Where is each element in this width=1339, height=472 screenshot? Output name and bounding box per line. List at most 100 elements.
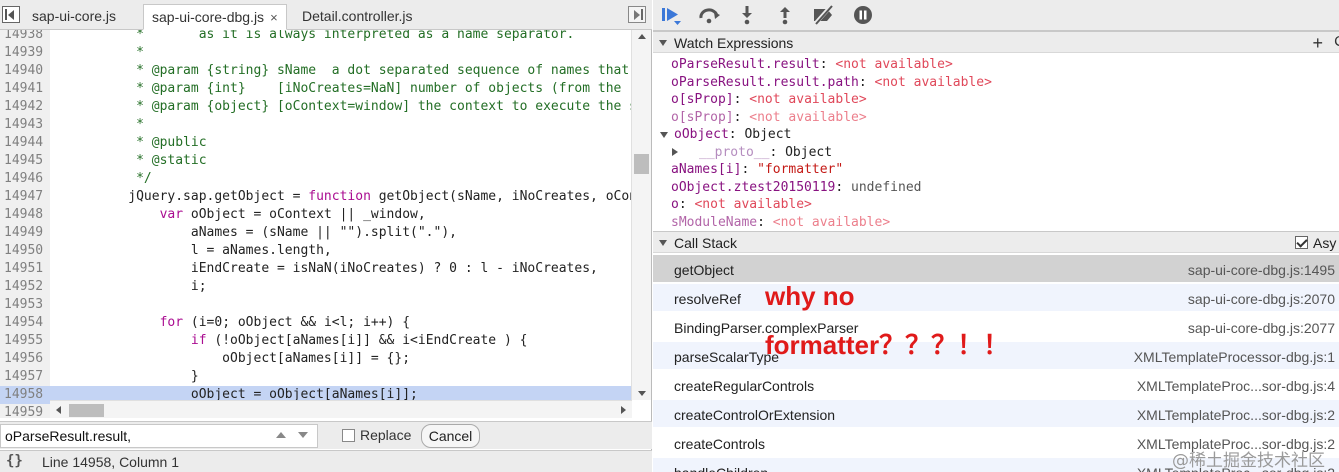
- line-number[interactable]: 14944: [0, 134, 50, 152]
- line-number[interactable]: 14945: [0, 152, 50, 170]
- code-line[interactable]: 14949 aNames = (sName || "").split("."),: [0, 224, 632, 242]
- scroll-down-icon[interactable]: [638, 391, 646, 396]
- tab-sap-ui-core[interactable]: sap-ui-core.js: [24, 4, 124, 30]
- deactivate-breakpoints-icon[interactable]: [811, 4, 835, 26]
- search-input[interactable]: [0, 424, 318, 448]
- line-number[interactable]: 14946: [0, 170, 50, 188]
- line-number[interactable]: 14955: [0, 332, 50, 350]
- watch-expression[interactable]: aNames[i]: "formatter": [671, 161, 843, 178]
- line-number[interactable]: 14957: [0, 368, 50, 386]
- code-line[interactable]: 14956 oObject[aNames[i]] = {};: [0, 350, 632, 368]
- line-number[interactable]: 14954: [0, 314, 50, 332]
- horizontal-scrollbar[interactable]: [50, 400, 632, 418]
- line-number[interactable]: 14949: [0, 224, 50, 242]
- code-editor[interactable]: 14938 * as it is always interpreted as a…: [0, 30, 652, 418]
- watch-expression[interactable]: o: <not available>: [671, 196, 812, 213]
- watch-expression[interactable]: oObject.ztest20150119: undefined: [671, 179, 921, 196]
- call-frame[interactable]: createRegularControls XMLTemplateProc...s…: [653, 371, 1339, 399]
- scroll-up-icon[interactable]: [638, 34, 646, 39]
- next-match-icon[interactable]: [298, 432, 308, 438]
- watch-expression[interactable]: oObject: Object: [674, 126, 791, 143]
- scroll-thumb[interactable]: [69, 404, 104, 417]
- code-line[interactable]: 14942 * @param {object} [oContext=window…: [0, 98, 645, 116]
- line-number[interactable]: 14951: [0, 260, 50, 278]
- code-line[interactable]: 14951 iEndCreate = isNaN(iNoCreates) ? 0…: [0, 260, 632, 278]
- line-number[interactable]: 14940: [0, 62, 50, 80]
- code-line[interactable]: 14950 l = aNames.length,: [0, 242, 632, 260]
- step-out-icon[interactable]: [773, 4, 797, 26]
- line-number[interactable]: 14939: [0, 44, 50, 62]
- code-line[interactable]: 14940 * @param {string} sName a dot sepa…: [0, 62, 645, 80]
- tab-sap-ui-core-dbg[interactable]: sap-ui-core-dbg.js ×: [143, 4, 287, 30]
- refresh-icon[interactable]: C: [1334, 33, 1339, 50]
- section-title: Call Stack: [674, 235, 738, 251]
- scroll-right-icon[interactable]: [621, 406, 626, 414]
- resume-icon[interactable]: [659, 4, 683, 26]
- watch-expression[interactable]: o[sProp]: <not available>: [671, 91, 867, 108]
- close-icon[interactable]: ×: [270, 10, 278, 25]
- code-line[interactable]: 14948 var oObject = oContext || _window,: [0, 206, 632, 224]
- async-checkbox[interactable]: [1295, 236, 1308, 249]
- watch-expressions-header[interactable]: Watch Expressions + C: [653, 31, 1339, 53]
- pause-on-exceptions-icon[interactable]: [851, 4, 875, 26]
- line-number[interactable]: 14942: [0, 98, 50, 116]
- watch-expression[interactable]: sModuleName: <not available>: [671, 214, 890, 230]
- watch-expression[interactable]: o[sProp]: <not available>: [671, 109, 867, 126]
- line-number[interactable]: 14950: [0, 242, 50, 260]
- line-number[interactable]: 14941: [0, 80, 50, 98]
- frame-location[interactable]: XMLTemplateProc...sor-dbg.js:4: [1137, 378, 1335, 394]
- debugger-sidebar-toggle-icon[interactable]: [628, 6, 646, 23]
- line-number[interactable]: 14952: [0, 278, 50, 296]
- line-number[interactable]: 14956: [0, 350, 50, 368]
- code-line[interactable]: 14955 if (!oObject[aNames[i]] && i<iEndC…: [0, 332, 632, 350]
- frame-location[interactable]: sap-ui-core-dbg.js:2077: [1188, 320, 1335, 336]
- call-frame[interactable]: createControlOrExtension XMLTemplateProc.…: [653, 400, 1339, 428]
- line-number[interactable]: 14953: [0, 296, 50, 314]
- code-line[interactable]: 14943 *: [0, 116, 632, 134]
- line-number[interactable]: 14938: [0, 30, 50, 44]
- code-line[interactable]: 14941 * @param {int} [iNoCreates=NaN] nu…: [0, 80, 645, 98]
- frame-location[interactable]: sap-ui-core-dbg.js:2070: [1188, 291, 1335, 307]
- call-frame[interactable]: getObject sap-ui-core-dbg.js:1495: [653, 255, 1339, 283]
- watch-expression[interactable]: oParseResult.result.path: <not available…: [671, 74, 992, 91]
- call-frame[interactable]: resolveRef sap-ui-core-dbg.js:2070: [653, 284, 1339, 312]
- scroll-left-icon[interactable]: [56, 406, 61, 414]
- expand-triangle-icon: [659, 240, 667, 246]
- line-number[interactable]: 14959: [0, 404, 50, 418]
- call-stack-header[interactable]: Call Stack Asy: [653, 231, 1339, 253]
- code-line[interactable]: 14953: [0, 296, 632, 314]
- tab-detail-controller[interactable]: Detail.controller.js: [294, 4, 421, 30]
- watch-expression[interactable]: oParseResult.result: <not available>: [671, 56, 953, 73]
- line-number[interactable]: 14958: [0, 386, 50, 404]
- pretty-print-button[interactable]: {}: [6, 453, 23, 469]
- scroll-thumb[interactable]: [634, 154, 649, 174]
- collapse-triangle-icon[interactable]: [660, 132, 668, 138]
- watch-expression[interactable]: __proto__: Object: [699, 144, 832, 161]
- line-number[interactable]: 14947: [0, 188, 50, 206]
- code-line[interactable]: 14952 i;: [0, 278, 632, 296]
- navigator-toggle-icon[interactable]: [2, 6, 20, 23]
- cancel-button[interactable]: Cancel: [421, 424, 480, 448]
- code-line[interactable]: 14945 * @static: [0, 152, 632, 170]
- expand-triangle-icon: [659, 40, 667, 46]
- code-line[interactable]: 14938 * as it is always interpreted as a…: [0, 30, 632, 44]
- code-line[interactable]: 14939 *: [0, 44, 632, 62]
- code-line[interactable]: 14946 */: [0, 170, 632, 188]
- previous-match-icon[interactable]: [276, 432, 286, 438]
- replace-checkbox[interactable]: [342, 429, 355, 442]
- add-icon[interactable]: +: [1312, 33, 1323, 54]
- line-number[interactable]: 14948: [0, 206, 50, 224]
- frame-location[interactable]: XMLTemplateProc...sor-dbg.js:2: [1137, 407, 1335, 423]
- frame-location[interactable]: sap-ui-core-dbg.js:1495: [1188, 262, 1335, 278]
- vertical-scrollbar[interactable]: [631, 30, 651, 400]
- expand-triangle-icon[interactable]: [672, 147, 678, 156]
- step-into-icon[interactable]: [735, 4, 759, 26]
- code-line[interactable]: 14944 * @public: [0, 134, 632, 152]
- watch-value: Object: [785, 144, 833, 160]
- code-line[interactable]: 14947 jQuery.sap.getObject = function ge…: [0, 188, 645, 206]
- line-number[interactable]: 14943: [0, 116, 50, 134]
- code-line[interactable]: 14957 }: [0, 368, 632, 386]
- frame-location[interactable]: XMLTemplateProcessor-dbg.js:1: [1134, 349, 1335, 365]
- code-line[interactable]: 14954 for (i=0; oObject && i<l; i++) {: [0, 314, 632, 332]
- step-over-icon[interactable]: [697, 4, 721, 26]
